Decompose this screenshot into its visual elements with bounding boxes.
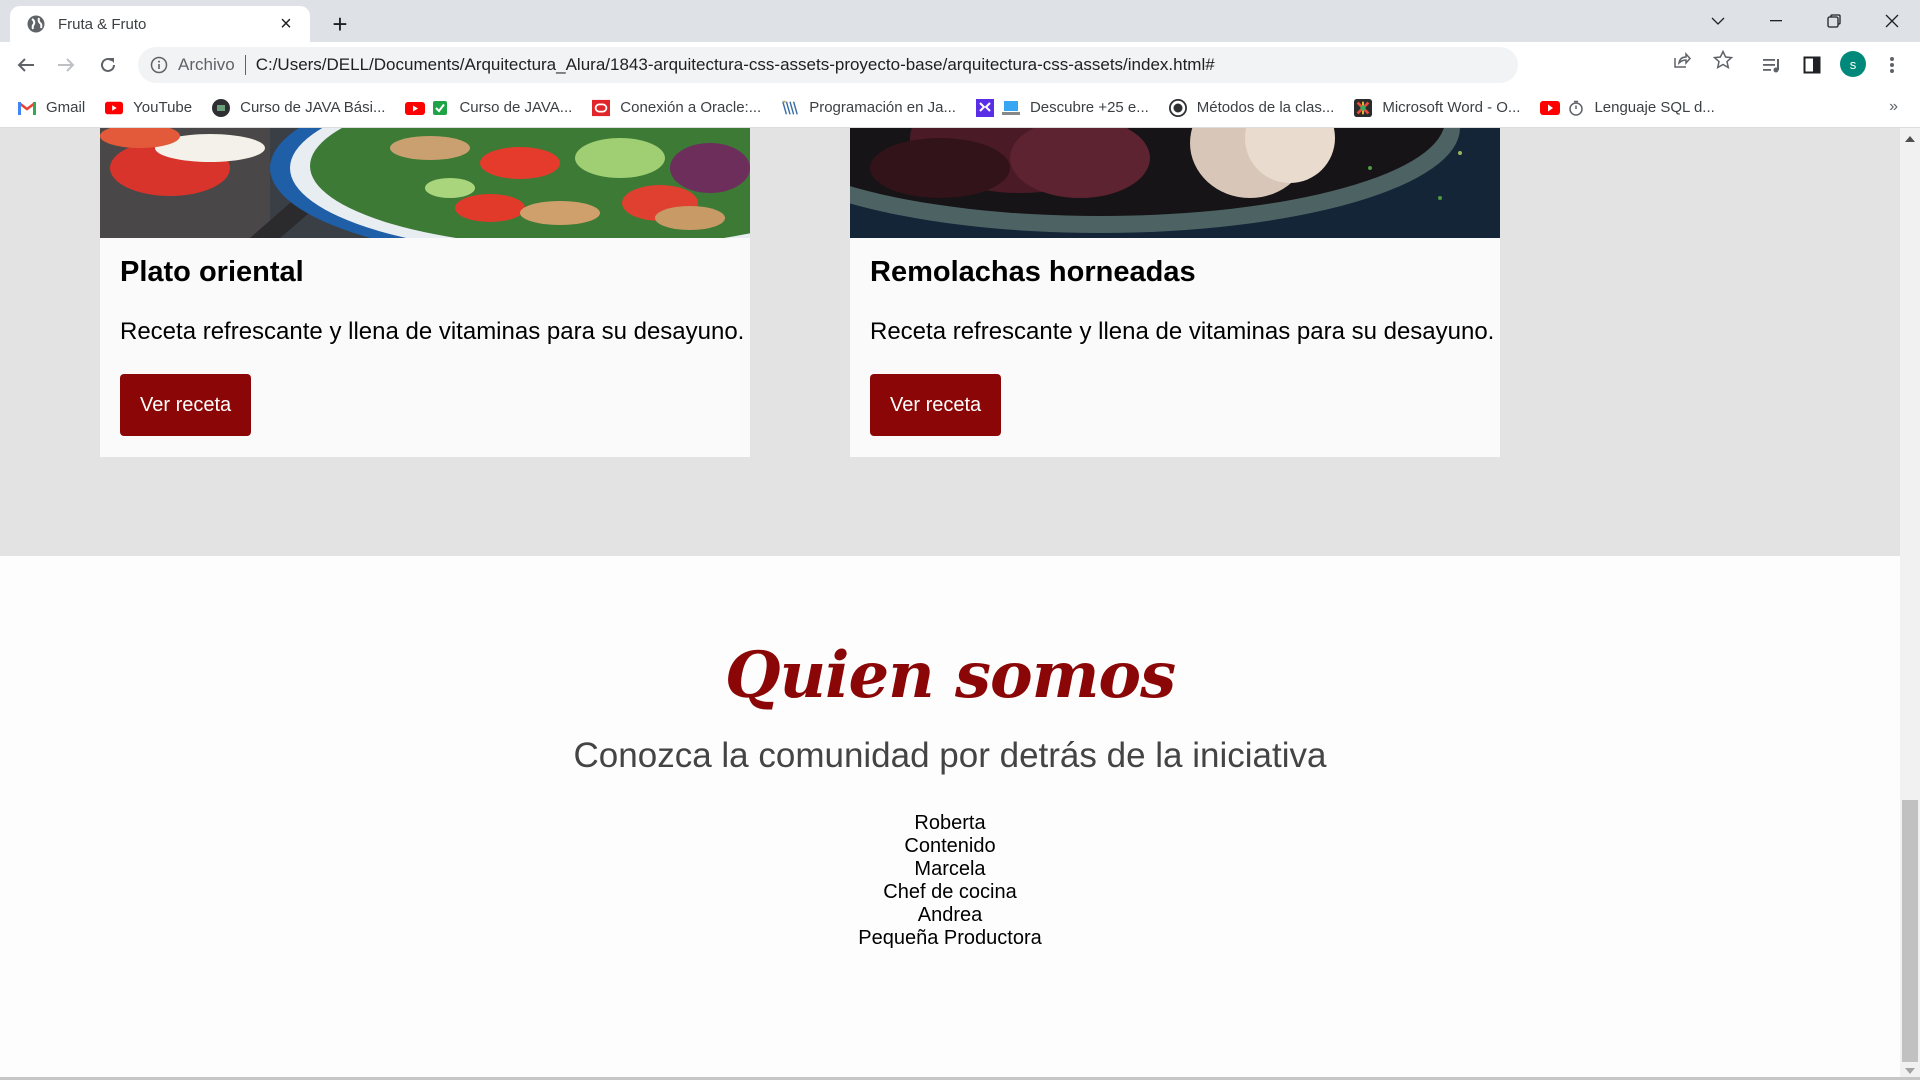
bookmark-curso-java-basico[interactable]: Curso de JAVA Bási... — [212, 98, 386, 117]
address-separator — [244, 55, 246, 75]
back-button[interactable] — [10, 49, 42, 81]
beets-photo — [740, 128, 1500, 238]
bookmark-metodos-clase[interactable]: Métodos de la clas... — [1168, 98, 1335, 117]
reload-button[interactable] — [92, 49, 124, 81]
bookmarks-bar: Gmail YouTube Curso de JAVA Bási... Curs… — [0, 88, 1920, 128]
share-icon[interactable] — [1672, 50, 1692, 70]
recipe-title: Remolachas horneadas — [870, 256, 1196, 288]
tab-close-icon[interactable]: × — [276, 13, 296, 35]
recipes-section: Plato oriental Receta refrescante y llen… — [0, 128, 1900, 556]
bookmark-label: Métodos de la clas... — [1196, 99, 1335, 116]
globe-icon — [26, 14, 46, 34]
scheme-label: Archivo — [178, 55, 235, 74]
member-name: Marcela — [914, 858, 986, 880]
bookmark-gmail[interactable]: Gmail — [18, 99, 85, 117]
recipe-description: Receta refrescante y llena de vitaminas … — [120, 318, 745, 345]
gmail-icon — [18, 99, 36, 117]
browser-tab[interactable]: Fruta & Fruto × — [10, 6, 310, 42]
restore-icon[interactable] — [1806, 0, 1862, 42]
course-icon — [212, 98, 231, 117]
bookmark-label: Curso de JAVA... — [459, 99, 573, 116]
member-role: Chef de cocina — [883, 881, 1017, 903]
browser-toolbar: Archivo C:/Users/DELL/Documents/Arquitec… — [0, 42, 1920, 88]
view-recipe-button[interactable]: Ver receta — [870, 374, 1002, 436]
new-tab-button[interactable]: + — [326, 9, 354, 39]
bookmark-label: Gmail — [46, 99, 86, 116]
bookmark-label: Lenguaje SQL d... — [1594, 99, 1715, 116]
youtube-check-icon — [405, 99, 449, 117]
bookmark-label: Microsoft Word - O... — [1382, 99, 1521, 116]
bookmark-star-icon[interactable] — [1713, 50, 1733, 70]
bookmark-label: YouTube — [133, 99, 193, 116]
bookmark-lenguaje-sql[interactable]: Lenguaje SQL d... — [1540, 99, 1715, 117]
member-name: Andrea — [917, 904, 983, 926]
tab-strip: Fruta & Fruto × + — [0, 0, 1920, 42]
member-role: Contenido — [904, 835, 996, 857]
about-title: Quien somos — [724, 638, 1176, 713]
recipe-description: Receta refrescante y llena de vitaminas … — [870, 318, 1495, 345]
url-text[interactable]: C:/Users/DELL/Documents/Arquitectura_Alu… — [256, 55, 1215, 75]
salad-photo — [100, 128, 890, 263]
bookmark-curso-java[interactable]: Curso de JAVA... — [405, 99, 572, 117]
member-name: Roberta — [914, 812, 986, 834]
bookmark-youtube[interactable]: YouTube — [105, 99, 192, 117]
tab-title: Fruta & Fruto — [58, 15, 147, 33]
scroll-down-arrow-icon[interactable] — [1904, 1064, 1916, 1078]
media-control-icon[interactable] — [1760, 53, 1784, 77]
address-bar[interactable]: Archivo C:/Users/DELL/Documents/Arquitec… — [138, 47, 1518, 83]
tab-search-icon[interactable] — [1690, 0, 1746, 42]
bookmark-conexion-oracle[interactable]: Conexión a Oracle:... — [592, 99, 761, 117]
side-panel-icon[interactable] — [1800, 53, 1824, 77]
bookmark-label: Curso de JAVA Bási... — [240, 99, 386, 116]
laptop-icon — [975, 98, 1020, 117]
minimize-icon[interactable] — [1748, 0, 1804, 42]
bookmark-microsoft-word[interactable]: Microsoft Word - O... — [1354, 98, 1521, 117]
books-icon — [781, 99, 799, 117]
youtube-timer-icon — [1540, 99, 1584, 117]
recipe-card: Remolachas horneadas Receta refrescante … — [740, 128, 1500, 457]
bookmark-label: Descubre +25 e... — [1029, 99, 1149, 116]
bookmark-descubre[interactable]: Descubre +25 e... — [975, 98, 1149, 117]
scroll-thumb[interactable] — [1902, 800, 1918, 1062]
youtube-icon — [105, 99, 124, 117]
bookmark-label: Programación en Ja... — [809, 99, 956, 116]
forward-button[interactable] — [50, 49, 82, 81]
oracle-icon — [592, 99, 611, 117]
member-role: Pequeña Productora — [858, 927, 1042, 949]
menu-kebab-icon[interactable] — [1880, 53, 1904, 77]
scroll-up-arrow-icon[interactable] — [1904, 132, 1916, 146]
recipe-title: Plato oriental — [120, 256, 304, 288]
site-info-icon[interactable] — [150, 56, 168, 74]
profile-avatar[interactable]: s — [1840, 51, 1866, 77]
window-close-icon[interactable] — [1864, 0, 1920, 42]
page-viewport: Plato oriental Receta refrescante y llen… — [0, 128, 1900, 1078]
team-list: Roberta Contenido Marcela Chef de cocina… — [0, 812, 1900, 950]
about-subtitle: Conozca la comunidad por detrás de la in… — [573, 736, 1327, 775]
view-recipe-button[interactable]: Ver receta — [120, 374, 252, 436]
recipe-card: Plato oriental Receta refrescante y llen… — [100, 128, 890, 457]
bookmark-label: Conexión a Oracle:... — [620, 99, 762, 116]
bookmark-programacion-java[interactable]: Programación en Ja... — [781, 99, 956, 117]
word-icon — [1354, 98, 1373, 117]
page-scrollbar[interactable] — [1900, 128, 1920, 1078]
github-icon — [1168, 98, 1187, 117]
bookmarks-overflow-button[interactable]: » — [1889, 98, 1898, 116]
